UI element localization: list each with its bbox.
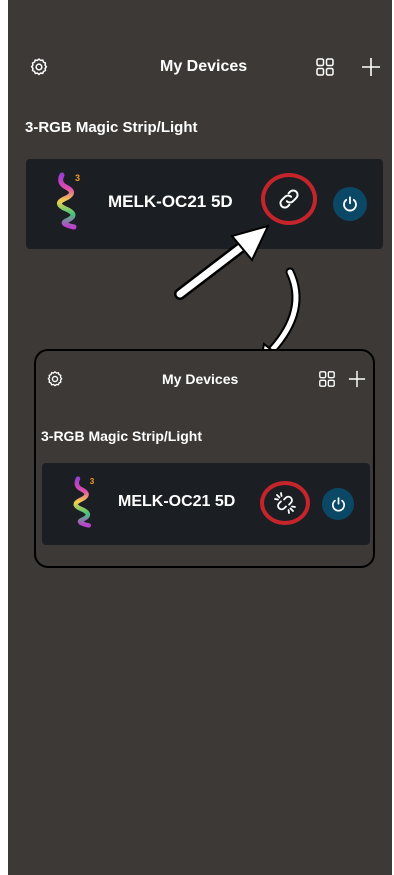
power-button[interactable] [333,187,367,221]
inset-device-card[interactable]: 3 MELK-OC21 5D [42,463,370,545]
broken-link-icon[interactable] [270,489,300,517]
zoomed-inset-panel: My Devices 3-RGB Magic Strip/Light 3 MEL… [34,349,375,568]
inset-plus-icon[interactable] [347,369,367,389]
add-device-plus-icon[interactable] [360,56,382,78]
inset-power-button[interactable] [322,488,354,520]
link-icon[interactable] [273,185,305,213]
inset-led-strip-icon: 3 [69,474,105,530]
power-icon [343,196,357,212]
settings-icon[interactable] [28,56,50,78]
grid-view-icon[interactable] [314,56,336,78]
inset-strip-badge-number: 3 [90,477,95,486]
inset-grid-view-icon[interactable] [317,369,337,389]
inset-page-title: My Devices [162,371,239,387]
inset-device-name: MELK-OC21 5D [118,493,236,510]
device-name: MELK-OC21 5D [108,192,233,211]
inset-power-icon [331,496,345,511]
page-title: My Devices [160,58,248,75]
device-group-title: 3-RGB Magic Strip/Light [25,119,198,136]
strip-badge-number: 3 [75,173,80,183]
app-screen: My Devices 3-RGB Magic Strip/Light 3 MEL… [8,0,392,875]
inset-settings-icon[interactable] [45,369,65,389]
inset-device-group-title: 3-RGB Magic Strip/Light [41,428,202,444]
